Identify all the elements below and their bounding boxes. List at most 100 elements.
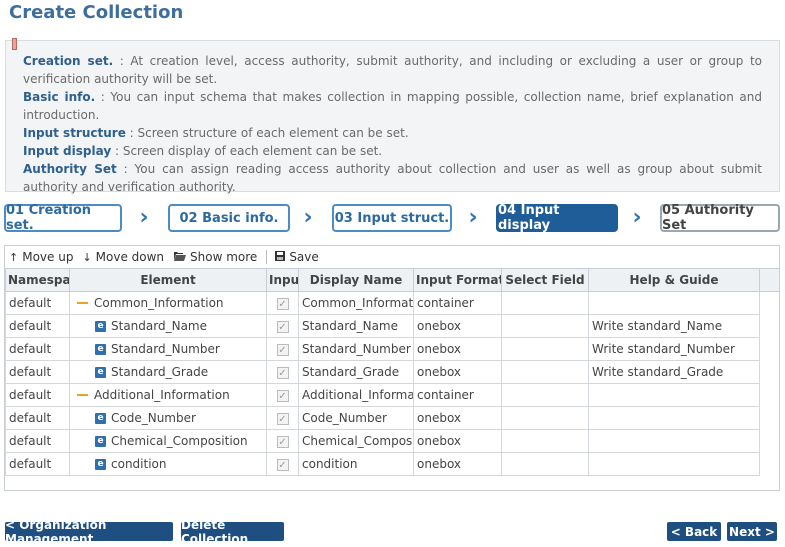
col-input-format[interactable]: Input Format [413, 268, 502, 292]
cell-display-name[interactable]: Code_Number [298, 406, 414, 430]
cell-input-format[interactable]: container [413, 291, 502, 315]
cell-input: ✓ [266, 452, 299, 476]
step-creation-set[interactable]: 01 Creation set. [4, 203, 122, 233]
element-label-wrap: Common_Information [73, 296, 263, 310]
table-row[interactable]: default e condition ✓ condition onebox [5, 452, 780, 476]
cell-display-name[interactable]: condition [298, 452, 414, 476]
next-button[interactable]: Next > [727, 522, 777, 541]
cell-select-field[interactable] [501, 360, 589, 384]
cell-input: ✓ [266, 429, 299, 453]
input-checkbox[interactable]: ✓ [276, 459, 289, 472]
step-input-display[interactable]: 04 Input display [496, 203, 618, 233]
cell-display-name[interactable]: Standard_Name [298, 314, 414, 338]
cell-namespace: default [5, 429, 70, 453]
toolbar-divider [266, 250, 268, 264]
cell-select-field[interactable] [501, 291, 589, 315]
input-checkbox[interactable]: ✓ [276, 390, 289, 403]
cell-display-name[interactable]: Standard_Grade [298, 360, 414, 384]
step-input-struct[interactable]: 03 Input struct. [332, 204, 452, 232]
cell-input: ✓ [266, 383, 299, 407]
element-label-wrap: e Standard_Name [73, 319, 263, 333]
arrow-down-icon: ↓ [82, 250, 92, 264]
table-row[interactable]: default Additional_Information ✓ Additional… [5, 383, 780, 407]
col-namespace[interactable]: Namespace [5, 268, 70, 292]
cell-select-field[interactable] [501, 429, 589, 453]
table-row[interactable]: default e Code_Number ✓ Code_Number onebox [5, 406, 780, 430]
info-panel: Creation set. : At creation level, acces… [5, 38, 780, 194]
col-select-field[interactable]: Select Field [501, 268, 589, 292]
cell-help-guide[interactable] [588, 429, 760, 453]
move-up-button[interactable]: ↑ Move up [9, 250, 73, 264]
cell-namespace: default [5, 383, 70, 407]
cell-spacer [760, 338, 780, 361]
cell-input-format[interactable]: onebox [413, 452, 502, 476]
table-row[interactable]: default e Standard_Grade ✓ Standard_Grade one… [5, 360, 780, 384]
input-checkbox[interactable]: ✓ [276, 321, 289, 334]
back-button[interactable]: < Back [667, 522, 721, 541]
cell-spacer [760, 292, 780, 315]
collapse-dash-icon[interactable] [77, 302, 88, 304]
cell-input-format[interactable]: onebox [413, 360, 502, 384]
cell-namespace: default [5, 406, 70, 430]
cell-select-field[interactable] [501, 314, 589, 338]
cell-input-format[interactable]: onebox [413, 406, 502, 430]
col-element[interactable]: Element [69, 268, 267, 292]
col-help-guide[interactable]: Help & Guide [588, 268, 760, 292]
cell-display-name[interactable]: Common_Information [298, 291, 414, 315]
save-label: Save [289, 250, 319, 264]
cell-element: Additional_Information [69, 383, 267, 407]
info-text: : Screen structure of each element can b… [125, 126, 409, 140]
table-row[interactable]: default e Standard_Name ✓ Standard_Name onebo… [5, 314, 780, 338]
col-input[interactable]: Input [266, 268, 299, 292]
cell-display-name[interactable]: Chemical_Composition [298, 429, 414, 453]
col-display-name[interactable]: Display Name [298, 268, 414, 292]
element-name: Additional_Information [94, 388, 230, 402]
step-wizard: 01 Creation set. › 02 Basic info. › 03 I… [4, 203, 780, 234]
step-authority-set[interactable]: 05 Authority Set [660, 203, 780, 233]
input-checkbox[interactable]: ✓ [276, 298, 289, 311]
cell-display-name[interactable]: Standard_Number [298, 337, 414, 361]
info-text: : At creation level, access authority, s… [23, 54, 762, 86]
step-basic-info[interactable]: 02 Basic info. [168, 204, 290, 232]
cell-help-guide[interactable]: Write standard_Grade [588, 360, 760, 384]
element-e-icon: e [95, 435, 106, 447]
cell-help-guide[interactable] [588, 406, 760, 430]
cell-select-field[interactable] [501, 383, 589, 407]
cell-input-format[interactable]: onebox [413, 337, 502, 361]
collapse-dash-icon[interactable] [77, 394, 88, 396]
element-name: Standard_Name [111, 319, 207, 333]
delete-collection-button[interactable]: Delete Collection [181, 518, 284, 546]
cell-help-guide[interactable] [588, 383, 760, 407]
cell-input: ✓ [266, 360, 299, 384]
cell-help-guide[interactable]: Write standard_Name [588, 314, 760, 338]
input-checkbox[interactable]: ✓ [276, 413, 289, 426]
cell-select-field[interactable] [501, 337, 589, 361]
cell-help-guide[interactable] [588, 452, 760, 476]
move-down-button[interactable]: ↓ Move down [82, 250, 164, 264]
cell-input-format[interactable]: onebox [413, 314, 502, 338]
cell-spacer [760, 430, 780, 453]
cell-element: e Standard_Grade [69, 360, 267, 384]
cell-help-guide[interactable] [588, 291, 760, 315]
table-row[interactable]: default Common_Information ✓ Common_Informa… [5, 291, 780, 315]
input-checkbox[interactable]: ✓ [276, 344, 289, 357]
cell-display-name[interactable]: Additional_Information [298, 383, 414, 407]
organization-management-button[interactable]: < Organization Management [5, 518, 173, 546]
info-basic-info: Basic info. : You can input schema that … [23, 88, 762, 124]
save-button[interactable]: Save [275, 250, 319, 264]
arrow-up-icon: ↑ [9, 250, 19, 264]
table-row[interactable]: default e Standard_Number ✓ Standard_Number o… [5, 337, 780, 361]
cell-input-format[interactable]: container [413, 383, 502, 407]
input-checkbox[interactable]: ✓ [276, 436, 289, 449]
show-more-button[interactable]: Show more [173, 250, 257, 264]
table-row[interactable]: default e Chemical_Composition ✓ Chemical_Co… [5, 429, 780, 453]
input-checkbox[interactable]: ✓ [276, 367, 289, 380]
info-input-display: Input display : Screen display of each e… [23, 142, 762, 160]
cell-spacer [760, 453, 780, 476]
cell-select-field[interactable] [501, 452, 589, 476]
cell-input-format[interactable]: onebox [413, 429, 502, 453]
element-label-wrap: e Standard_Grade [73, 365, 263, 379]
info-label: Creation set. [23, 54, 114, 68]
cell-select-field[interactable] [501, 406, 589, 430]
cell-help-guide[interactable]: Write standard_Number [588, 337, 760, 361]
